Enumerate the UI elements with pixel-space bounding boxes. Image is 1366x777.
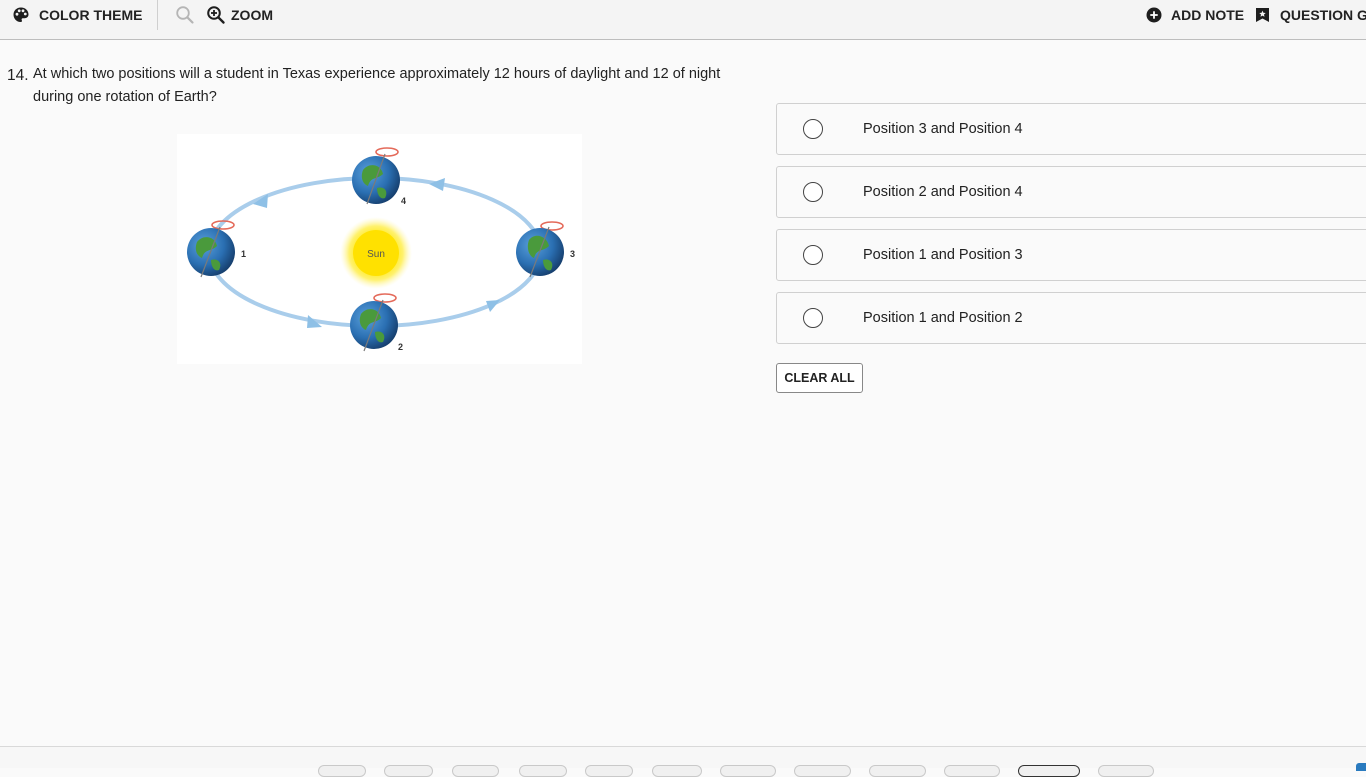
earth-position-1: 1 (187, 220, 246, 278)
zoom-out-icon (175, 5, 195, 25)
sun-label: Sun (367, 249, 385, 260)
question-nav-button[interactable] (794, 765, 851, 777)
question-number: 14. (7, 67, 29, 84)
color-theme-label: COLOR THEME (39, 7, 143, 23)
answer-option-label: Position 3 and Position 4 (863, 121, 1023, 137)
earth-position-2: 2 (350, 293, 403, 352)
top-toolbar: COLOR THEME ZOOM ADD NOTE QUESTION G (0, 0, 1366, 40)
question-text: At which two positions will a student in… (33, 66, 721, 105)
zoom-in-button[interactable]: ZOOM (206, 0, 273, 30)
question-guide-button[interactable]: QUESTION GU (1255, 0, 1366, 30)
orbit-arrow (429, 178, 445, 191)
question-nav-button[interactable] (720, 765, 776, 777)
question-guide-label: QUESTION GU (1280, 7, 1366, 23)
zoom-label: ZOOM (231, 7, 273, 23)
position-label-1: 1 (241, 249, 246, 259)
question-nav-button[interactable] (585, 765, 633, 777)
toolbar-divider (157, 0, 158, 30)
answer-option-label: Position 1 and Position 3 (863, 247, 1023, 263)
orbit-svg: Sun 4 1 3 2 (187, 147, 575, 352)
position-label-4: 4 (401, 196, 406, 206)
radio-button[interactable] (803, 308, 823, 328)
question-nav-button[interactable] (519, 765, 567, 777)
question-nav-button[interactable] (944, 765, 1000, 777)
add-note-label: ADD NOTE (1171, 7, 1245, 23)
answer-option-label: Position 1 and Position 2 (863, 310, 1023, 326)
question-nav-button-current[interactable] (1018, 765, 1080, 777)
answer-option[interactable]: Position 3 and Position 4 (776, 103, 1366, 155)
earth-orbit-diagram: Sun 4 1 3 2 (177, 134, 582, 364)
corner-tab[interactable] (1356, 763, 1366, 771)
earth-position-4: 4 (352, 147, 406, 206)
color-theme-button[interactable]: COLOR THEME (12, 0, 142, 30)
answer-option-label: Position 2 and Position 4 (863, 184, 1023, 200)
add-note-button[interactable]: ADD NOTE (1146, 0, 1244, 30)
question-nav-button[interactable] (869, 765, 926, 777)
question-nav-button[interactable] (652, 765, 702, 777)
answer-option[interactable]: Position 1 and Position 3 (776, 229, 1366, 281)
position-label-3: 3 (570, 249, 575, 259)
question-navigation-bar (0, 746, 1366, 777)
question-nav-button[interactable] (318, 765, 366, 777)
answer-option[interactable]: Position 1 and Position 2 (776, 292, 1366, 344)
earth-position-3: 3 (516, 221, 575, 278)
orbit-arrow (486, 300, 500, 312)
palette-icon (12, 6, 30, 24)
zoom-out-button[interactable] (175, 0, 195, 30)
answer-option[interactable]: Position 2 and Position 4 (776, 166, 1366, 218)
question-nav-button[interactable] (1098, 765, 1154, 777)
position-label-2: 2 (398, 342, 403, 352)
radio-button[interactable] (803, 119, 823, 139)
zoom-in-icon (206, 5, 226, 25)
question-nav-button[interactable] (452, 765, 499, 777)
clear-all-button[interactable]: CLEAR ALL (776, 363, 863, 393)
question-guide-icon (1255, 7, 1270, 23)
question-nav-button[interactable] (384, 765, 433, 777)
question-stem: 14. At which two positions will a studen… (7, 63, 737, 109)
add-circle-icon (1146, 7, 1162, 23)
radio-button[interactable] (803, 182, 823, 202)
radio-button[interactable] (803, 245, 823, 265)
